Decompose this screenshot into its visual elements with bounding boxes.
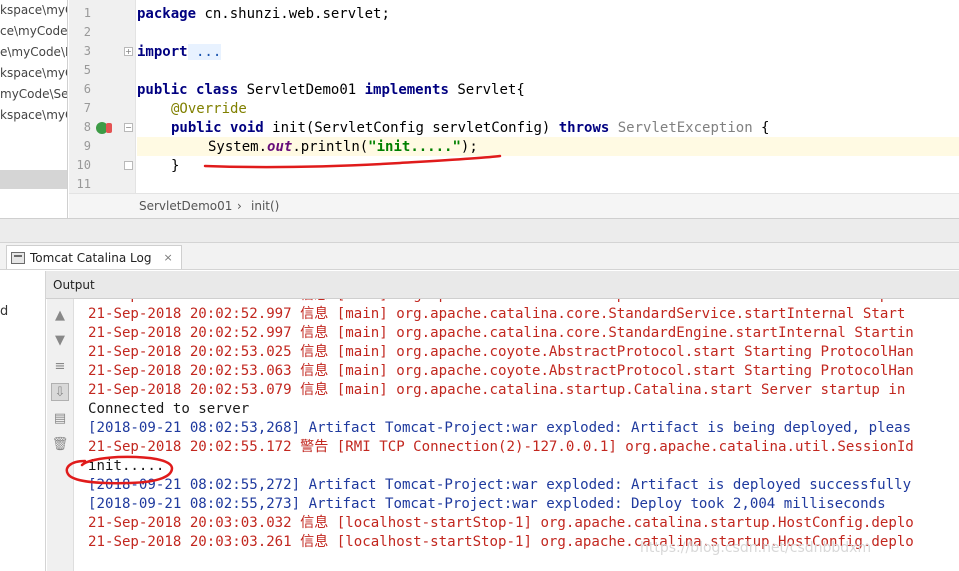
tab-tomcat-catalina-log[interactable]: Tomcat Catalina Log × [6, 245, 182, 269]
breadcrumb-separator: › [237, 199, 242, 213]
scroll-to-end-icon[interactable]: ⇩ [51, 383, 69, 401]
line-number: 5 [83, 63, 91, 77]
arrow-up-icon[interactable]: ▲ [51, 306, 69, 324]
run-tab-bar: Tomcat Catalina Log × [0, 242, 959, 270]
project-tree-item[interactable]: kspace\myC [0, 105, 67, 126]
services-strip: d [0, 271, 46, 571]
output-label: Output [53, 278, 95, 292]
console-line: init..... [88, 458, 165, 474]
code-editor[interactable]: package cn.shunzi.web.servlet; import ..… [137, 0, 959, 193]
line-number: 1 [83, 6, 91, 20]
panel-splitter[interactable] [0, 218, 959, 242]
console-line: 21-Sep-2018 20:03:03.032 信息 [localhost-s… [88, 515, 914, 531]
log-icon [11, 251, 25, 264]
line-number: 10 [76, 158, 91, 172]
watermark: https://blog.csdn.net/csdnbbdxm [640, 540, 872, 556]
console-line: 21-Sep-2018 20:02:53.025 信息 [main] org.a… [88, 344, 914, 360]
console-line: [2018-09-21 08:02:55,273] Artifact Tomca… [88, 496, 886, 512]
trash-icon[interactable]: 🗑 [51, 435, 69, 453]
line-number: 9 [83, 139, 91, 153]
project-tree-item[interactable]: myCode\Serv [0, 84, 67, 105]
print-icon[interactable]: ▤ [51, 409, 69, 427]
breadcrumb: ServletDemo01 › init() [69, 193, 959, 218]
line-number: 6 [83, 82, 91, 96]
console-line: 21-Sep-2018 20:02:53.079 信息 [main] org.a… [88, 382, 906, 398]
line-number: 11 [76, 177, 91, 191]
project-tree-item[interactable]: e\myCode\E [0, 42, 67, 63]
line-number: 2 [83, 25, 91, 39]
code-line-6: public class ServletDemo01 implements Se… [137, 82, 525, 98]
project-tree-selection [0, 170, 67, 189]
code-line-10: } [171, 158, 180, 174]
tab-label: Tomcat Catalina Log [30, 250, 152, 265]
soft-wrap-icon[interactable]: ≡ [51, 357, 69, 375]
code-line-9: System.out.println("init....."); [208, 139, 478, 155]
fold-end-icon[interactable] [124, 161, 133, 170]
project-tree-item[interactable]: kspace\myC [0, 63, 67, 84]
console-line: [2018-09-21 08:02:53,268] Artifact Tomca… [88, 420, 912, 436]
console-toolbar: ▲ ▼ ≡ ⇩ ▤ 🗑 [47, 299, 74, 571]
override-marker-icon [106, 123, 112, 133]
breadcrumb-method[interactable]: init() [251, 199, 279, 213]
line-number: 3 [83, 44, 91, 58]
fold-expand-icon[interactable]: + [124, 47, 133, 56]
console-line: 21-Sep-2018 20:02:55.172 警告 [RMI TCP Con… [88, 439, 914, 455]
fold-collapse-icon[interactable]: − [124, 123, 133, 132]
console-line: 21-Sep-2018 20:02:52.997 信息 [main] org.a… [88, 325, 914, 341]
console-line: Connected to server [88, 401, 250, 417]
arrow-down-icon[interactable]: ▼ [51, 331, 69, 349]
console-output[interactable]: 21-Sep-2018 20:02:52.981 信息 [main] org.a… [75, 299, 959, 571]
line-number: 8 [83, 120, 91, 134]
services-item[interactable]: d [0, 304, 8, 319]
project-tree-item[interactable]: kspace\myCo [0, 0, 67, 21]
output-header: Output [46, 271, 959, 299]
project-tree-item[interactable]: ce\myCode\ [0, 21, 67, 42]
line-number: 7 [83, 101, 91, 115]
console-line: 21-Sep-2018 20:02:52.997 信息 [main] org.a… [88, 306, 906, 322]
code-line-1: package cn.shunzi.web.servlet; [137, 6, 390, 22]
code-line-8: public void init(ServletConfig servletCo… [171, 120, 770, 136]
console-line: [2018-09-21 08:02:55,272] Artifact Tomca… [88, 477, 912, 493]
console-line: 21-Sep-2018 20:02:53.063 信息 [main] org.a… [88, 363, 914, 379]
breadcrumb-class[interactable]: ServletDemo01 [139, 199, 232, 213]
close-icon[interactable]: × [163, 251, 172, 264]
project-tree: kspace\myCo ce\myCode\ e\myCode\E kspace… [0, 0, 68, 218]
code-line-7: @Override [171, 101, 247, 117]
editor-gutter: 1 2 3 5 6 7 8 9 10 11 + − [69, 0, 136, 193]
folded-imports[interactable]: ... [187, 44, 222, 60]
code-line-3: import ... [137, 44, 222, 60]
